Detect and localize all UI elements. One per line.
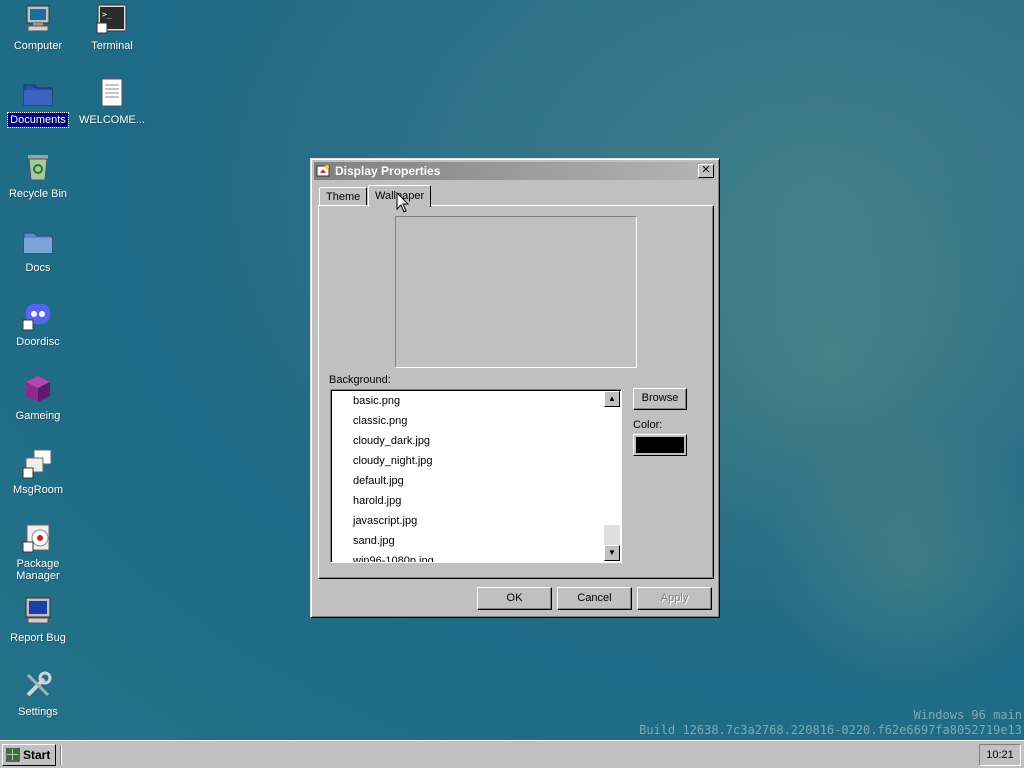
apply-button[interactable]: Apply bbox=[637, 587, 712, 610]
window-title: Display Properties bbox=[335, 164, 441, 178]
color-swatch bbox=[636, 437, 684, 453]
taskbar-clock[interactable]: 10:21 bbox=[979, 744, 1021, 766]
list-item[interactable]: default.jpg bbox=[331, 472, 621, 492]
svg-text:>_: >_ bbox=[102, 10, 112, 19]
tab-theme[interactable]: Theme bbox=[319, 187, 368, 206]
desktop-icon-label: Documents bbox=[7, 112, 69, 128]
folder-icon bbox=[22, 225, 54, 257]
report-bug-icon bbox=[22, 595, 54, 627]
desktop-icon-doordisc[interactable]: Doordisc bbox=[1, 299, 75, 349]
ok-button[interactable]: OK bbox=[477, 587, 552, 610]
window-titlebar[interactable]: Display Properties ✕ bbox=[314, 162, 716, 180]
desktop-icon-label: Computer bbox=[13, 40, 63, 52]
tools-icon bbox=[22, 669, 54, 701]
list-item[interactable]: win96-1080p.jpg bbox=[331, 552, 621, 562]
desktop-icon-gameing[interactable]: Gameing bbox=[1, 373, 75, 423]
color-label: Color: bbox=[633, 419, 663, 431]
scroll-thumb[interactable] bbox=[604, 407, 620, 525]
desktop-icon-label: WELCOME... bbox=[78, 114, 145, 126]
background-list: basic.png classic.png cloudy_dark.jpg cl… bbox=[331, 390, 621, 562]
list-item[interactable]: basic.png bbox=[331, 392, 621, 412]
list-item[interactable]: javascript.jpg bbox=[331, 512, 621, 532]
doordisc-icon bbox=[22, 299, 54, 331]
recycle-bin-icon bbox=[22, 151, 54, 183]
computer-icon bbox=[22, 3, 54, 35]
package-icon bbox=[22, 521, 54, 553]
cancel-button[interactable]: Cancel bbox=[557, 587, 632, 610]
desktop-icon-report-bug[interactable]: Report Bug bbox=[1, 595, 75, 645]
close-icon: ✕ bbox=[701, 164, 711, 176]
cube-icon bbox=[22, 373, 54, 405]
desktop-icon-label: Recycle Bin bbox=[8, 188, 68, 200]
msgroom-icon bbox=[22, 447, 54, 479]
desktop-icon-label: Gameing bbox=[15, 410, 61, 422]
desktop-icon-label: Package Manager bbox=[16, 558, 60, 582]
scroll-up-icon[interactable]: ▲ bbox=[604, 391, 620, 407]
build-watermark-line2: Build 12638.7c3a2768.220816-0220.f62e669… bbox=[639, 723, 1022, 737]
desktop-icon-msgroom[interactable]: MsgRoom bbox=[1, 447, 75, 497]
desktop-icon-label: Doordisc bbox=[16, 336, 60, 348]
desktop-icon-documents[interactable]: Documents bbox=[1, 77, 75, 128]
list-item[interactable]: classic.png bbox=[331, 412, 621, 432]
display-properties-icon bbox=[316, 163, 332, 179]
start-label: Start bbox=[23, 748, 51, 762]
background-label: Background: bbox=[329, 374, 391, 386]
list-item[interactable]: cloudy_dark.jpg bbox=[331, 432, 621, 452]
wallpaper-preview bbox=[395, 216, 637, 368]
desktop-icon-docs[interactable]: Docs bbox=[1, 225, 75, 275]
list-item[interactable]: sand.jpg bbox=[331, 532, 621, 552]
desktop-icon-welcome[interactable]: WELCOME... bbox=[75, 77, 149, 127]
scroll-down-icon[interactable]: ▼ bbox=[604, 545, 620, 561]
tab-theme-label: Theme bbox=[326, 191, 361, 203]
color-picker-button[interactable] bbox=[633, 434, 687, 456]
desktop-icon-label: Terminal bbox=[91, 40, 133, 52]
start-logo-icon bbox=[5, 747, 20, 762]
desktop-icon-recycle-bin[interactable]: Recycle Bin bbox=[1, 151, 75, 201]
start-button[interactable]: Start bbox=[2, 744, 56, 766]
desktop-icon-computer[interactable]: Computer bbox=[1, 3, 75, 53]
list-item[interactable]: harold.jpg bbox=[331, 492, 621, 512]
browse-button[interactable]: Browse bbox=[633, 388, 687, 410]
taskbar: Start 10:21 bbox=[0, 740, 1024, 768]
mouse-cursor-icon bbox=[396, 191, 410, 214]
display-properties-window: Display Properties ✕ Theme Wallpaper Bac… bbox=[310, 158, 720, 618]
list-scrollbar[interactable]: ▲ ▼ bbox=[604, 391, 620, 561]
build-watermark-line1: Windows 96 main bbox=[913, 708, 1022, 722]
desktop-icon-label: MsgRoom bbox=[12, 484, 64, 496]
desktop-icon-label: Docs bbox=[25, 262, 51, 274]
list-item[interactable]: cloudy_night.jpg bbox=[331, 452, 621, 472]
terminal-icon: >_ bbox=[96, 3, 128, 35]
desktop-icon-label: Settings bbox=[18, 706, 58, 718]
desktop-icon-label: Report Bug bbox=[10, 632, 66, 644]
desktop-icon-settings[interactable]: Settings bbox=[1, 669, 75, 719]
folder-icon bbox=[22, 77, 54, 109]
document-icon bbox=[96, 77, 128, 109]
background-listbox[interactable]: basic.png classic.png cloudy_dark.jpg cl… bbox=[330, 389, 622, 563]
taskbar-separator bbox=[60, 745, 62, 765]
desktop-icon-terminal[interactable]: >_ Terminal bbox=[75, 3, 149, 53]
close-button[interactable]: ✕ bbox=[698, 164, 714, 178]
wallpaper-panel: Background: basic.png classic.png cloudy… bbox=[318, 205, 714, 579]
desktop-icon-package-manager[interactable]: Package Manager bbox=[1, 521, 75, 583]
